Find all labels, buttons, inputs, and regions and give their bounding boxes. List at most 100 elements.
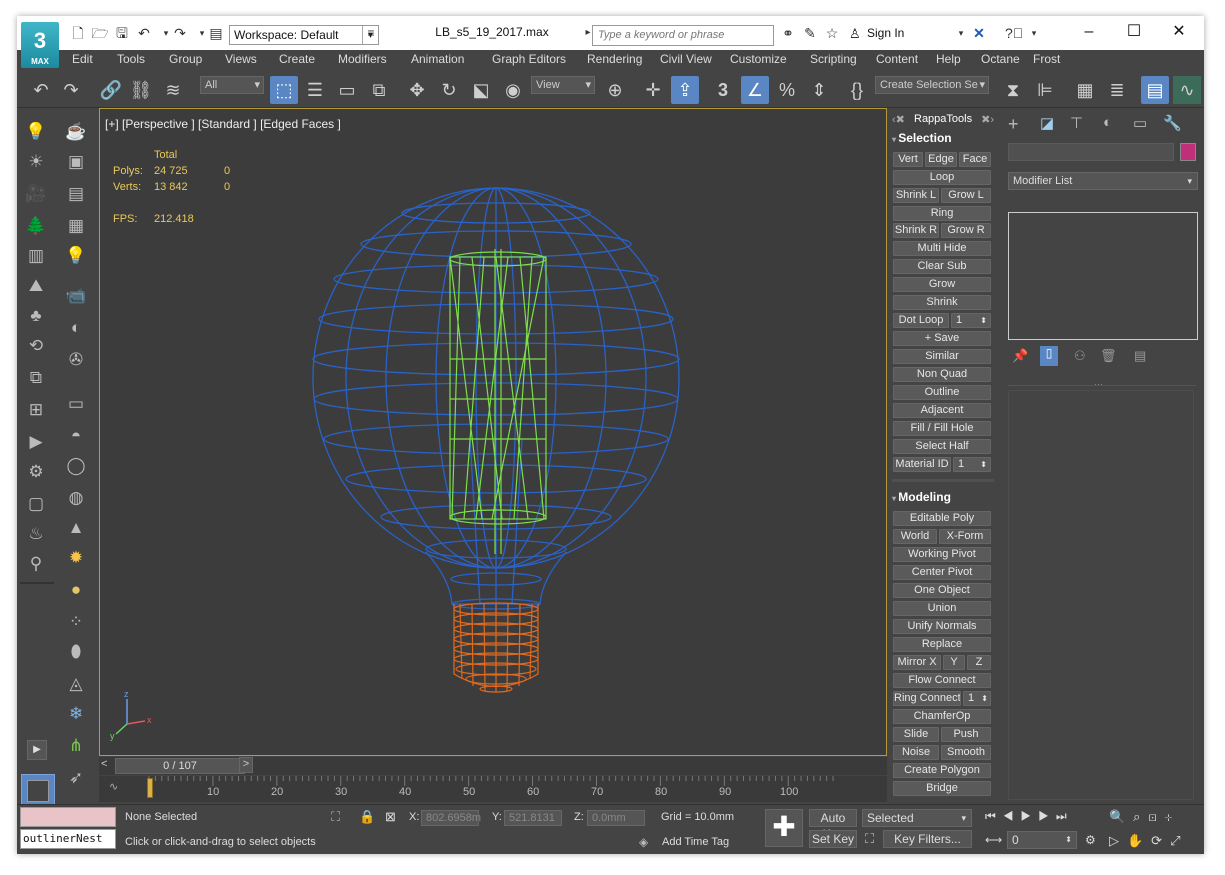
ring-connect-button[interactable]: Ring Connect xyxy=(893,691,961,706)
particles-icon[interactable]: ⁘ xyxy=(62,608,90,636)
x-form-button[interactable]: X-Form xyxy=(939,529,991,544)
material-id-spinner[interactable]: 1 ⬍ xyxy=(953,457,991,472)
grid-layout-icon[interactable]: ⊞ xyxy=(22,396,50,424)
key-mode-toggle-icon[interactable]: ⟷ xyxy=(985,833,1002,847)
modifier-stack-list[interactable] xyxy=(1008,212,1198,340)
current-frame-input[interactable]: 0 ⬍ xyxy=(1007,831,1077,849)
flow-connect-button[interactable]: Flow Connect xyxy=(893,673,991,688)
time-tag-icon[interactable]: ◈ xyxy=(639,835,648,849)
select-by-name-icon[interactable]: ☰ xyxy=(301,76,329,104)
shrink-l-button[interactable]: Shrink L xyxy=(893,188,939,203)
selection-section-header[interactable]: ▾ Selection xyxy=(892,131,952,145)
gold-sphere-icon[interactable]: ● xyxy=(62,576,90,604)
select-and-link-icon[interactable]: 🔗 xyxy=(97,76,125,104)
window-crossing-icon[interactable]: ⧉ xyxy=(365,76,393,104)
sphere-icon[interactable]: ◯ xyxy=(62,452,90,480)
menu-help[interactable]: Help xyxy=(936,52,961,66)
document-icon[interactable]: ▤ xyxy=(62,180,90,208)
undo-icon[interactable]: ↶ xyxy=(27,76,55,104)
reset-icon[interactable]: ⟲ xyxy=(22,332,50,360)
camera-icon[interactable]: 🎥 xyxy=(22,180,50,208)
robot-icon[interactable]: ⚙ xyxy=(22,458,50,486)
menu-create[interactable]: Create xyxy=(279,52,315,66)
select-object-icon[interactable]: ⬚ xyxy=(270,76,298,104)
search-input[interactable]: Type a keyword or phrase xyxy=(592,25,774,46)
viewport-layout-button[interactable] xyxy=(21,774,55,808)
remove-modifier-icon[interactable]: 🗑 xyxy=(1100,348,1117,364)
menu-rendering[interactable]: Rendering xyxy=(587,52,642,66)
menu-civil-view[interactable]: Civil View xyxy=(660,52,712,66)
key-set-dropdown[interactable]: Selected ▾ xyxy=(862,809,972,827)
scene-explorer-icon[interactable]: ▦ xyxy=(1071,76,1099,104)
exchange-apps-icon[interactable]: ✕ xyxy=(970,24,988,42)
sun-icon[interactable]: ☀ xyxy=(22,148,50,176)
menu-tools[interactable]: Tools xyxy=(117,52,145,66)
isolate-selection-icon[interactable]: ⛶ xyxy=(331,809,340,825)
time-next-button[interactable]: > xyxy=(239,757,253,773)
app-logo-icon[interactable]: 3 MAX xyxy=(21,22,59,68)
time-cursor[interactable] xyxy=(147,778,153,798)
edit-named-selection-icon[interactable]: {} xyxy=(843,76,871,104)
pyramid-icon[interactable]: ◬ xyxy=(62,670,90,698)
time-slider-knob[interactable]: 0 / 107 xyxy=(115,758,245,774)
bridge-button[interactable]: Bridge xyxy=(893,781,991,796)
menu-modifiers[interactable]: Modifiers xyxy=(338,52,387,66)
hierarchy-tab-icon[interactable]: ⊤ xyxy=(1070,114,1083,132)
layer-explorer-icon[interactable]: ≣ xyxy=(1103,76,1131,104)
noise-button[interactable]: Noise xyxy=(893,745,939,760)
shrink-button[interactable]: Shrink xyxy=(893,295,991,310)
selection-lock-icon[interactable]: 🔒 xyxy=(359,809,375,825)
rectangular-selection-icon[interactable]: ▭ xyxy=(333,76,361,104)
ring-button[interactable]: Ring xyxy=(893,206,991,221)
unlink-icon[interactable]: ⛓ xyxy=(127,76,155,104)
time-prev-button[interactable]: < xyxy=(101,758,107,770)
light-lister-icon[interactable]: 💡 xyxy=(62,242,90,270)
close-button[interactable]: ✕ xyxy=(1159,20,1199,44)
help-icon[interactable]: ?⃝ xyxy=(1005,24,1023,42)
add-time-tag-button[interactable]: Add Time Tag xyxy=(662,836,729,848)
adjacent-button[interactable]: Adjacent xyxy=(893,403,991,418)
key-filters-button[interactable]: Key Filters... xyxy=(883,830,972,848)
project-folder-icon[interactable]: ▤ xyxy=(207,24,225,42)
track-bar[interactable]: ∿ 10 20 30 40 50 60 70 80 90 100 xyxy=(99,776,887,802)
keyboard-shortcut-override-icon[interactable]: ⇪ xyxy=(671,76,699,104)
smooth-button[interactable]: Smooth xyxy=(941,745,991,760)
shader-ball-icon[interactable]: ◍ xyxy=(62,484,90,512)
ring-connect-spinner[interactable]: 1 ⬍ xyxy=(963,691,991,706)
pivot-center-icon[interactable]: ⊕ xyxy=(601,76,629,104)
grow-r-button[interactable]: Grow R xyxy=(941,223,991,238)
binoculars-icon[interactable]: ⚭ xyxy=(779,24,797,42)
grow-button[interactable]: Grow xyxy=(893,277,991,292)
push-button[interactable]: Push xyxy=(941,727,991,742)
configure-modifier-sets-icon[interactable]: ▤ xyxy=(1134,348,1146,364)
close-panel-icon[interactable]: ✖› xyxy=(981,113,994,126)
world-button[interactable]: World xyxy=(893,529,937,544)
menu-group[interactable]: Group xyxy=(169,52,202,66)
pill-icon[interactable]: ⬮ xyxy=(62,638,90,666)
select-half-button[interactable]: Select Half xyxy=(893,439,991,454)
percent-snap-icon[interactable]: % xyxy=(773,76,801,104)
one-object-button[interactable]: One Object xyxy=(893,583,991,598)
ribbon-toggle-icon[interactable]: ▤ xyxy=(1141,76,1169,104)
cone-icon[interactable]: ▲ xyxy=(62,514,90,542)
dot-loop-spinner[interactable]: 1 ⬍ xyxy=(951,313,991,328)
mirror-z-button[interactable]: Z xyxy=(967,655,991,670)
expand-panel-button[interactable]: ▶ xyxy=(27,740,47,760)
scale-icon[interactable]: ⬕ xyxy=(467,76,495,104)
vert-button[interactable]: Vert xyxy=(893,152,923,167)
scatter-icon[interactable]: ⛰ xyxy=(22,272,50,300)
object-color-swatch[interactable] xyxy=(1180,143,1196,161)
auto-key-button[interactable]: Auto Key xyxy=(809,809,857,841)
replace-button[interactable]: Replace xyxy=(893,637,991,652)
half-sphere-icon[interactable]: ◐ xyxy=(62,314,90,342)
open-file-icon[interactable]: 🗁 xyxy=(91,24,109,42)
fill-hole-button[interactable]: Fill / Fill Hole xyxy=(893,421,991,436)
sunlight-icon[interactable]: ✹ xyxy=(62,544,90,572)
clear-sub-button[interactable]: Clear Sub xyxy=(893,259,991,274)
similar-button[interactable]: Similar xyxy=(893,349,991,364)
create-polygon-button[interactable]: Create Polygon xyxy=(893,763,991,778)
material-id-button[interactable]: Material ID xyxy=(893,457,951,472)
shrink-r-button[interactable]: Shrink R xyxy=(893,223,939,238)
move-icon[interactable]: ✥ xyxy=(403,76,431,104)
text-panel-icon[interactable]: ▥ xyxy=(22,242,50,270)
